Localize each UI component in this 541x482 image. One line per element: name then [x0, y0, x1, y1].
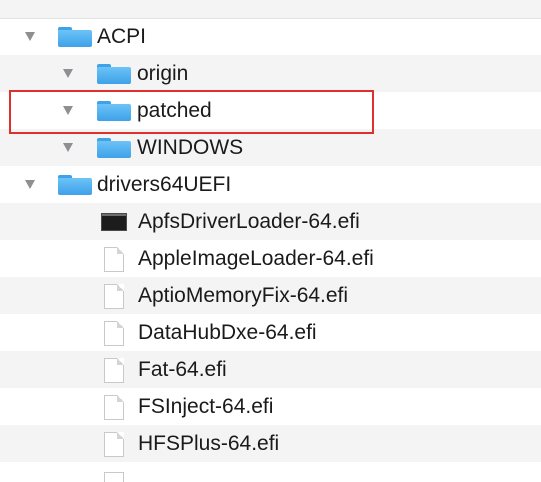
- tree-row-file[interactable]: ApfsDriverLoader-64.efi: [0, 203, 541, 240]
- tree-row-file[interactable]: AptioMemoryFix-64.efi: [0, 277, 541, 314]
- tree-row-origin[interactable]: origin: [0, 55, 541, 92]
- document-file-icon: [104, 358, 124, 383]
- file-tree: ACPI origin patched WINDOWS drivers64UEF…: [0, 0, 541, 482]
- executable-file-icon: [101, 213, 127, 231]
- tree-row-cut-off: [0, 470, 541, 482]
- disclosure-triangle-expanded-icon[interactable]: [63, 143, 73, 152]
- document-file-icon: [104, 395, 124, 420]
- list-header-strip: [0, 0, 541, 19]
- folder-icon: [97, 64, 131, 84]
- tree-row-file[interactable]: AppleImageLoader-64.efi: [0, 240, 541, 277]
- disclosure-triangle-expanded-icon[interactable]: [25, 32, 35, 41]
- tree-row-file[interactable]: DataHubDxe-64.efi: [0, 314, 541, 351]
- tree-row-file[interactable]: Fat-64.efi: [0, 351, 541, 388]
- tree-row-file[interactable]: HFSPlus-64.efi: [0, 425, 541, 462]
- annotation-highlight-box: [9, 90, 374, 134]
- tree-item-label: WINDOWS: [137, 136, 244, 159]
- disclosure-triangle-expanded-icon[interactable]: [63, 69, 73, 78]
- tree-item-label: Fat-64.efi: [138, 358, 227, 381]
- tree-item-label: AppleImageLoader-64.efi: [138, 247, 374, 270]
- tree-item-label: HFSPlus-64.efi: [138, 432, 280, 455]
- tree-item-label: FSInject-64.efi: [138, 395, 274, 418]
- folder-icon: [58, 27, 92, 47]
- folder-icon: [58, 175, 92, 195]
- document-file-icon: [104, 472, 124, 482]
- tree-item-label: origin: [137, 62, 189, 85]
- tree-row-file[interactable]: FSInject-64.efi: [0, 388, 541, 425]
- folder-icon: [97, 138, 131, 158]
- document-file-icon: [104, 247, 124, 272]
- tree-item-label: AptioMemoryFix-64.efi: [138, 284, 349, 307]
- tree-row-drivers64uefi[interactable]: drivers64UEFI: [0, 166, 541, 203]
- tree-row-acpi[interactable]: ACPI: [0, 18, 541, 55]
- tree-row-windows[interactable]: WINDOWS: [0, 129, 541, 166]
- document-file-icon: [104, 321, 124, 346]
- document-file-icon: [104, 284, 124, 309]
- tree-item-label: ApfsDriverLoader-64.efi: [138, 210, 360, 233]
- tree-item-label: DataHubDxe-64.efi: [138, 321, 317, 344]
- tree-item-label: drivers64UEFI: [97, 173, 232, 196]
- document-file-icon: [104, 432, 124, 457]
- tree-item-label: ACPI: [97, 25, 147, 48]
- disclosure-triangle-expanded-icon[interactable]: [25, 180, 35, 189]
